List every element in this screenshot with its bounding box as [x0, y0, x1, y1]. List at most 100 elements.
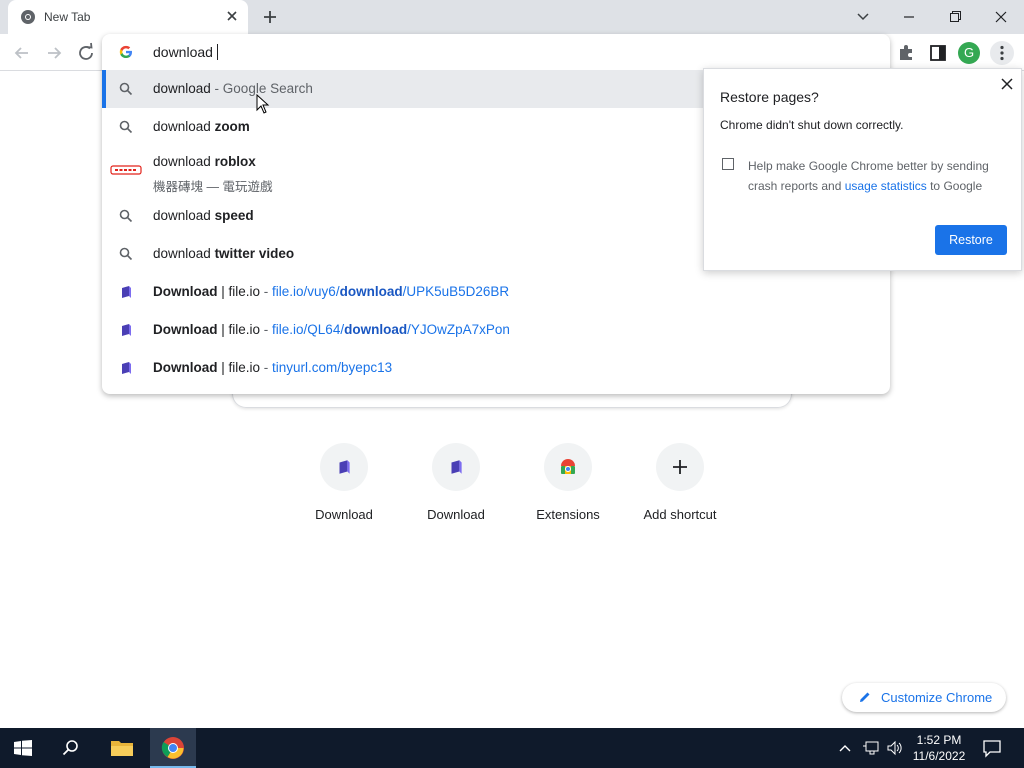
back-icon[interactable] [10, 41, 34, 65]
tab-search-icon[interactable] [849, 5, 877, 29]
chevron-up-icon[interactable] [838, 742, 852, 754]
chrome-web-store-icon [561, 459, 575, 474]
dialog-title: Restore pages? [720, 89, 819, 105]
clock-time: 1:52 PM [916, 733, 962, 747]
restore-window-icon[interactable] [941, 5, 969, 29]
side-panel-icon[interactable] [926, 41, 950, 65]
profile-initial: G [963, 45, 975, 60]
close-tab-icon[interactable] [224, 8, 240, 24]
customize-chrome-button[interactable]: Customize Chrome [842, 683, 1006, 712]
omnibox-input[interactable]: download [102, 34, 890, 70]
close-icon[interactable] [1000, 77, 1014, 91]
history-url-rest: /UPK5uB5D26BR [402, 284, 510, 299]
search-icon [119, 209, 133, 223]
history-url: file.io/vuy6/ [272, 284, 340, 299]
usage-statistics-link[interactable]: usage statistics [845, 179, 927, 193]
search-icon[interactable] [62, 739, 80, 757]
suggestion-completion: zoom [214, 119, 250, 134]
fileio-icon [339, 460, 350, 474]
reload-icon[interactable] [74, 41, 98, 65]
network-icon[interactable] [862, 740, 880, 756]
shortcut-label: Download [315, 507, 373, 522]
add-shortcut-tile[interactable]: Add shortcut [630, 443, 730, 533]
fileio-icon [122, 324, 131, 336]
history-title: Download [153, 322, 218, 337]
suggestion-text: download [153, 81, 211, 96]
text-caret [216, 44, 218, 60]
plus-icon [673, 460, 687, 474]
search-icon [119, 120, 133, 134]
chrome-icon [21, 10, 35, 24]
history-url: file.io/QL64/ [272, 322, 345, 337]
history-site: | file.io [217, 360, 261, 375]
taskbar-clock[interactable]: 1:52 PM 11/6/2022 [905, 732, 973, 764]
extensions-icon[interactable] [894, 41, 918, 65]
shortcut-icon-bg [320, 443, 368, 491]
file-explorer-icon[interactable] [110, 738, 134, 758]
windows-taskbar: 1:52 PM 11/6/2022 [0, 728, 1024, 768]
history-url-match: download [344, 322, 408, 337]
tab-strip: New Tab [0, 0, 1024, 34]
minimize-icon[interactable] [895, 5, 923, 29]
search-icon [119, 247, 133, 261]
suggestion-text: download [153, 208, 215, 223]
fileio-icon [451, 460, 462, 474]
new-tab-icon[interactable] [260, 7, 280, 27]
help-text-end: to Google [926, 179, 983, 193]
shortcut-icon-bg [432, 443, 480, 491]
omnibox-query: download [153, 44, 213, 60]
customize-label: Customize Chrome [881, 690, 993, 705]
crash-reports-checkbox[interactable] [722, 158, 734, 170]
suggestion-completion: roblox [214, 154, 256, 169]
tab-new-tab[interactable]: New Tab [8, 0, 248, 34]
suggestion-separator: - [260, 360, 273, 375]
shortcut-tile[interactable]: Download [406, 443, 506, 533]
tab-title: New Tab [44, 10, 91, 24]
history-title: Download [153, 360, 218, 375]
suggestion-subtitle: 機器磚塊 — 電玩遊戲 [153, 180, 273, 194]
history-url: tinyurl.com/byepc13 [272, 360, 393, 375]
shortcut-icon-bg [656, 443, 704, 491]
restore-button[interactable]: Restore [935, 225, 1007, 255]
shortcut-tile[interactable]: Download [294, 443, 394, 533]
suggestion-completion: twitter video [214, 246, 295, 261]
taskbar-chrome[interactable] [150, 728, 196, 768]
fileio-icon [122, 362, 131, 374]
volume-icon[interactable] [886, 740, 904, 756]
profile-avatar[interactable]: G [958, 42, 980, 64]
history-site: | file.io [217, 284, 261, 299]
shortcut-label: Download [427, 507, 485, 522]
shortcut-icon-bg [544, 443, 592, 491]
search-icon [119, 82, 133, 96]
pencil-icon [860, 692, 870, 702]
dialog-message: Chrome didn't shut down correctly. [720, 118, 904, 132]
history-row[interactable]: Download | file.io - tinyurl.com/byepc13 [102, 349, 890, 387]
suggestion-completion: speed [214, 208, 254, 223]
forward-icon[interactable] [42, 41, 66, 65]
crash-reports-label: Help make Google Chrome better by sendin… [748, 156, 1008, 196]
history-row[interactable]: Download | file.io - file.io/vuy6/downlo… [102, 273, 890, 311]
close-window-icon[interactable] [987, 5, 1015, 29]
history-row[interactable]: Download | file.io - file.io/QL64/downlo… [102, 311, 890, 349]
suggestion-text: download [153, 119, 215, 134]
suggestion-separator: - [210, 81, 223, 96]
history-site: | file.io [217, 322, 261, 337]
mouse-cursor-icon [256, 94, 270, 114]
roblox-icon [110, 165, 142, 175]
shortcut-label: Extensions [536, 507, 600, 522]
windows-start-icon[interactable] [14, 740, 32, 756]
shortcut-tile[interactable]: Extensions [518, 443, 618, 533]
notifications-icon[interactable] [982, 738, 1002, 758]
shortcut-label: Add shortcut [643, 507, 717, 522]
restore-pages-dialog: Restore pages? Chrome didn't shut down c… [703, 68, 1022, 271]
suggestion-separator: - [260, 322, 273, 337]
suggestion-separator: - [260, 284, 273, 299]
google-icon [119, 45, 132, 58]
more-vert-icon [1000, 45, 1004, 61]
history-title: Download [153, 284, 218, 299]
fileio-icon [122, 286, 131, 298]
chrome-menu-button[interactable] [990, 41, 1014, 65]
suggestion-text: download [153, 154, 215, 169]
clock-date: 11/6/2022 [912, 749, 966, 763]
chrome-icon [161, 737, 184, 759]
